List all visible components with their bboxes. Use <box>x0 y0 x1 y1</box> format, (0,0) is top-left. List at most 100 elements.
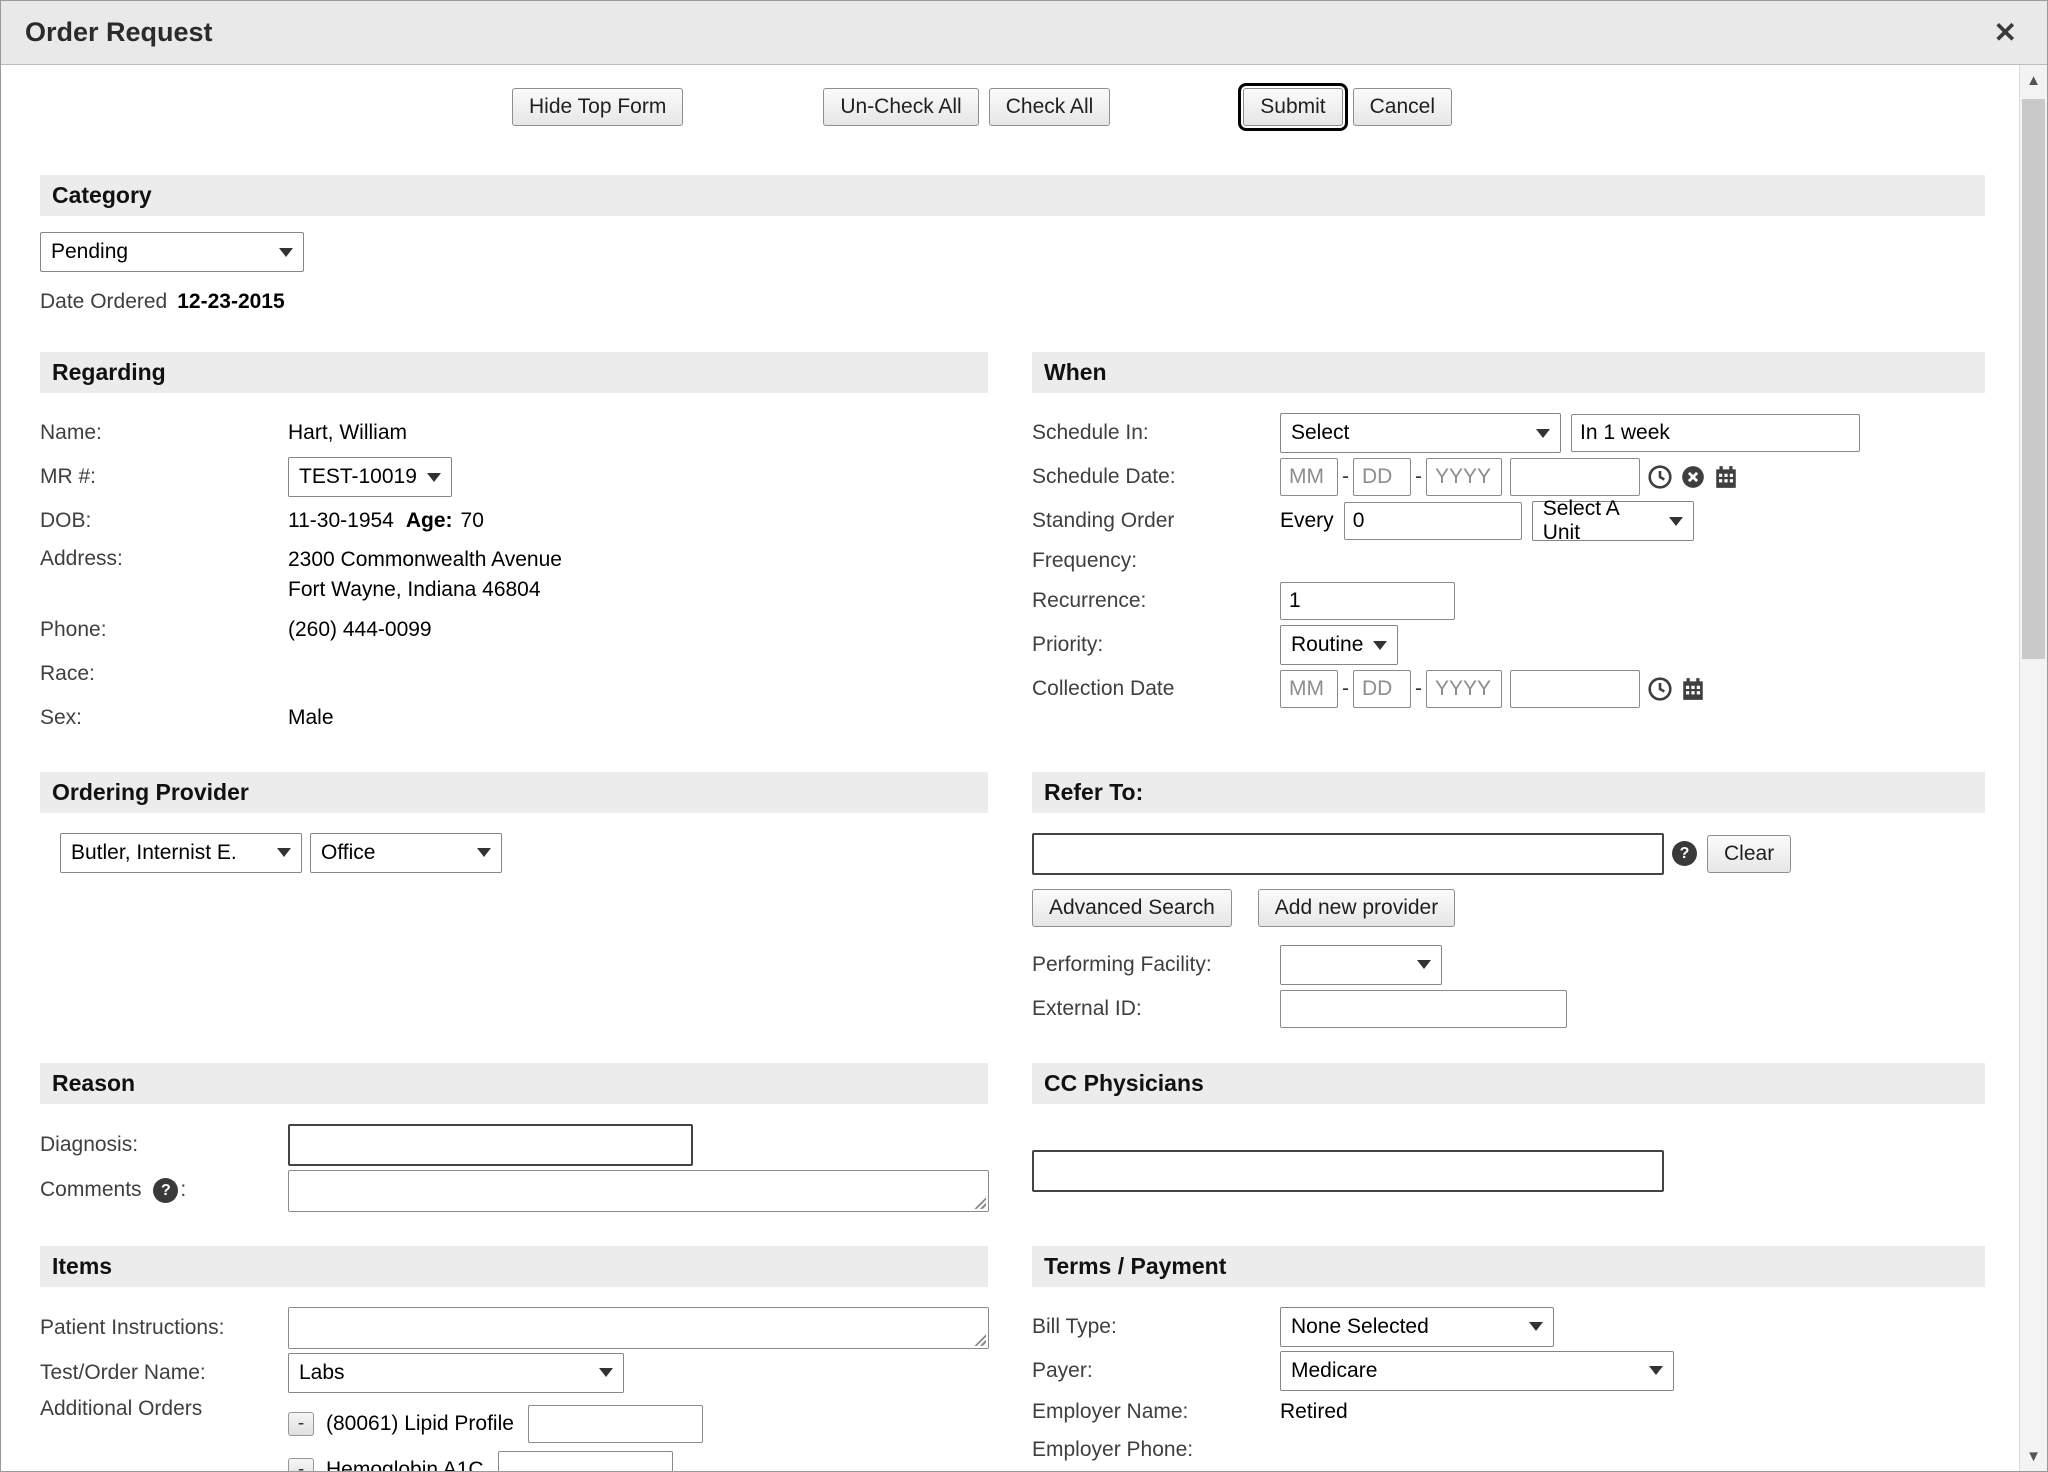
chevron-down-icon <box>277 848 291 857</box>
address-line2: Fort Wayne, Indiana 46804 <box>288 578 541 601</box>
add-new-provider-button[interactable]: Add new provider <box>1258 889 1455 927</box>
address-line1: 2300 Commonwealth Avenue <box>288 548 562 571</box>
hide-top-form-button[interactable]: Hide Top Form <box>512 88 683 126</box>
submit-button[interactable]: Submit <box>1243 88 1342 126</box>
reason-section: Reason Diagnosis: Comments ?: <box>40 1063 988 1216</box>
schedule-date-mm-input[interactable] <box>1280 458 1338 496</box>
chevron-down-icon <box>1417 960 1431 969</box>
terms-payment-heading: Terms / Payment <box>1032 1246 1985 1287</box>
chevron-down-icon <box>1649 1366 1663 1375</box>
date-ordered-label: Date Ordered <box>40 290 167 314</box>
mr-number-select[interactable]: TEST-10019 <box>288 457 452 497</box>
regarding-heading: Regarding <box>40 352 988 393</box>
scrollbar-thumb[interactable] <box>2022 99 2045 659</box>
check-all-button[interactable]: Check All <box>989 88 1111 126</box>
recurrence-input[interactable] <box>1280 582 1455 620</box>
help-icon[interactable]: ? <box>153 1178 178 1203</box>
order-item-input[interactable] <box>498 1451 673 1471</box>
payer-label: Payer: <box>1032 1359 1280 1383</box>
phone-value: (260) 444-0099 <box>288 618 432 642</box>
order-item-input[interactable] <box>528 1405 703 1443</box>
collection-date-label: Collection Date <box>1032 677 1280 701</box>
employer-name-value: Retired <box>1280 1400 1348 1424</box>
priority-select[interactable]: Routine <box>1280 625 1398 665</box>
schedule-in-text-input[interactable] <box>1571 414 1860 452</box>
cc-physicians-heading: CC Physicians <box>1032 1063 1985 1104</box>
additional-order-row: - (80061) Lipid Profile <box>288 1405 810 1443</box>
patient-instructions-textarea[interactable] <box>288 1307 989 1349</box>
collection-date-dd-input[interactable] <box>1353 670 1411 708</box>
mr-number-value: TEST-10019 <box>299 465 417 489</box>
regarding-section: Regarding Name: Hart, William MR #: TEST… <box>40 352 988 742</box>
order-request-dialog: Order Request ✕ Hide Top Form Un-Check A… <box>0 0 2048 1472</box>
clear-date-icon[interactable] <box>1680 464 1706 490</box>
dialog-titlebar: Order Request ✕ <box>1 1 2047 65</box>
test-order-name-label: Test/Order Name: <box>40 1361 288 1385</box>
sex-value: Male <box>288 706 334 730</box>
scroll-up-icon[interactable]: ▲ <box>2020 65 2047 95</box>
advanced-search-button[interactable]: Advanced Search <box>1032 889 1232 927</box>
sex-label: Sex: <box>40 706 288 730</box>
schedule-time-input[interactable] <box>1510 458 1640 496</box>
items-heading: Items <box>40 1246 988 1287</box>
external-id-label: External ID: <box>1032 997 1280 1021</box>
clock-icon[interactable] <box>1647 464 1673 490</box>
chevron-down-icon <box>599 1368 613 1377</box>
schedule-date-yyyy-input[interactable] <box>1426 458 1502 496</box>
ordering-provider-section: Ordering Provider Butler, Internist E. O… <box>40 772 988 877</box>
top-toolbar: Hide Top Form Un-Check All Check All Sub… <box>40 81 1985 133</box>
schedule-in-select[interactable]: Select <box>1280 413 1561 453</box>
close-icon[interactable]: ✕ <box>1988 17 2023 49</box>
additional-orders-label: Additional Orders <box>40 1397 288 1421</box>
scroll-down-icon[interactable]: ▼ <box>2020 1441 2047 1471</box>
cc-physicians-input[interactable] <box>1032 1150 1664 1192</box>
recurrence-label: Recurrence: <box>1032 589 1280 613</box>
schedule-date-dd-input[interactable] <box>1353 458 1411 496</box>
vertical-scrollbar[interactable]: ▲ ▼ <box>2019 65 2047 1471</box>
calendar-icon[interactable] <box>1680 676 1706 702</box>
schedule-in-value: Select <box>1291 421 1349 445</box>
external-id-input[interactable] <box>1280 990 1567 1028</box>
standing-order-every-input[interactable] <box>1344 502 1522 540</box>
patient-instructions-label: Patient Instructions: <box>40 1316 288 1340</box>
performing-facility-select[interactable] <box>1280 945 1442 985</box>
category-select[interactable]: Pending <box>40 232 304 272</box>
category-select-value: Pending <box>51 240 128 264</box>
diagnosis-input[interactable] <box>288 1124 693 1166</box>
test-order-name-select[interactable]: Labs <box>288 1353 624 1393</box>
collection-date-mm-input[interactable] <box>1280 670 1338 708</box>
chevron-down-icon <box>477 848 491 857</box>
dialog-title: Order Request <box>25 17 213 48</box>
refer-to-section: Refer To: ? Clear Advanced Search Add ne… <box>1032 772 1985 1033</box>
comments-textarea[interactable] <box>288 1170 989 1212</box>
standing-order-unit-value: Select A Unit <box>1543 497 1659 545</box>
standing-order-unit-select[interactable]: Select A Unit <box>1532 501 1694 541</box>
refer-to-heading: Refer To: <box>1032 772 1985 813</box>
collection-date-yyyy-input[interactable] <box>1426 670 1502 708</box>
race-label: Race: <box>40 662 288 686</box>
ordering-provider-select[interactable]: Butler, Internist E. <box>60 833 302 873</box>
schedule-in-label: Schedule In: <box>1032 421 1280 445</box>
chevron-down-icon <box>427 473 441 482</box>
clear-button[interactable]: Clear <box>1707 835 1791 873</box>
provider-location-select[interactable]: Office <box>310 833 502 873</box>
chevron-down-icon <box>279 248 293 257</box>
chevron-down-icon <box>1529 1322 1543 1331</box>
refer-to-input[interactable] <box>1032 833 1664 875</box>
bill-type-select[interactable]: None Selected <box>1280 1307 1554 1347</box>
remove-order-button[interactable]: - <box>288 1458 314 1471</box>
comments-colon: : <box>180 1178 186 1201</box>
test-order-name-value: Labs <box>299 1361 345 1385</box>
help-icon[interactable]: ? <box>1672 841 1697 866</box>
remove-order-button[interactable]: - <box>288 1412 314 1436</box>
calendar-icon[interactable] <box>1713 464 1739 490</box>
clock-icon[interactable] <box>1647 676 1673 702</box>
priority-label: Priority: <box>1032 633 1280 657</box>
items-section: Items Patient Instructions: Test/Order N… <box>40 1246 988 1471</box>
cancel-button[interactable]: Cancel <box>1353 88 1452 126</box>
schedule-date-label: Schedule Date: <box>1032 465 1280 489</box>
collection-time-input[interactable] <box>1510 670 1640 708</box>
uncheck-all-button[interactable]: Un-Check All <box>823 88 978 126</box>
payer-select[interactable]: Medicare <box>1280 1351 1674 1391</box>
bill-type-value: None Selected <box>1291 1315 1429 1339</box>
